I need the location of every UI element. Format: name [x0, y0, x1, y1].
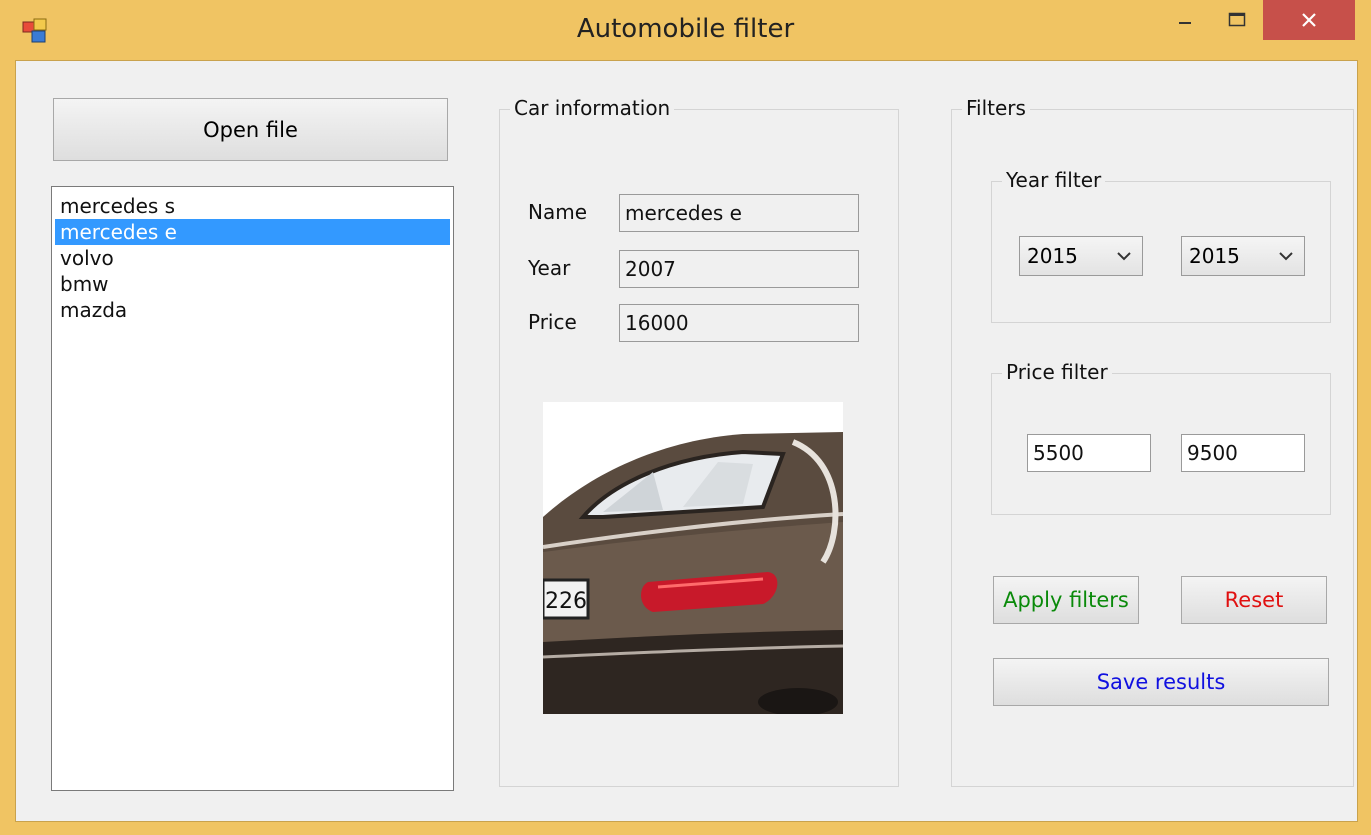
save-results-button[interactable]: Save results [993, 658, 1329, 706]
list-item[interactable]: bmw [55, 271, 450, 297]
list-item-selected[interactable]: mercedes e [55, 219, 450, 245]
minimize-icon [1179, 22, 1191, 24]
year-from-value: 2015 [1027, 244, 1078, 268]
close-icon [1302, 13, 1316, 27]
car-photo: 226 [543, 402, 843, 714]
filters-legend: Filters [962, 96, 1030, 120]
price-label: Price [528, 310, 577, 334]
year-filter-legend: Year filter [1002, 168, 1106, 192]
maximize-icon [1228, 12, 1246, 27]
year-field[interactable]: 2007 [619, 250, 859, 288]
name-label: Name [528, 200, 588, 224]
car-rear-photo: 226 [543, 402, 843, 714]
year-to-select[interactable]: 2015 [1181, 236, 1305, 276]
price-field[interactable]: 16000 [619, 304, 859, 342]
year-label: Year [528, 256, 571, 280]
year-to-value: 2015 [1189, 244, 1240, 268]
price-min-input[interactable]: 5500 [1027, 434, 1151, 472]
chevron-down-icon [1279, 252, 1293, 261]
close-button[interactable] [1263, 0, 1355, 40]
list-item[interactable]: mercedes s [55, 193, 450, 219]
car-information-legend: Car information [510, 96, 675, 120]
title-bar[interactable]: Automobile filter [0, 0, 1371, 60]
maximize-button[interactable] [1212, 0, 1262, 40]
name-field[interactable]: mercedes e [619, 194, 859, 232]
open-file-button[interactable]: Open file [53, 98, 448, 161]
car-list[interactable]: mercedes s mercedes e volvo bmw mazda [51, 186, 454, 791]
svg-text:226: 226 [545, 589, 587, 614]
list-item[interactable]: mazda [55, 297, 450, 323]
year-from-select[interactable]: 2015 [1019, 236, 1143, 276]
apply-filters-button[interactable]: Apply filters [993, 576, 1139, 624]
client-area: Open file mercedes s mercedes e volvo bm… [15, 60, 1358, 822]
price-filter-legend: Price filter [1002, 360, 1112, 384]
minimize-button[interactable] [1160, 0, 1210, 40]
chevron-down-icon [1117, 252, 1131, 261]
reset-button[interactable]: Reset [1181, 576, 1327, 624]
list-item[interactable]: volvo [55, 245, 450, 271]
app-window: Automobile filter Open file mercedes s m… [0, 0, 1371, 835]
price-max-input[interactable]: 9500 [1181, 434, 1305, 472]
